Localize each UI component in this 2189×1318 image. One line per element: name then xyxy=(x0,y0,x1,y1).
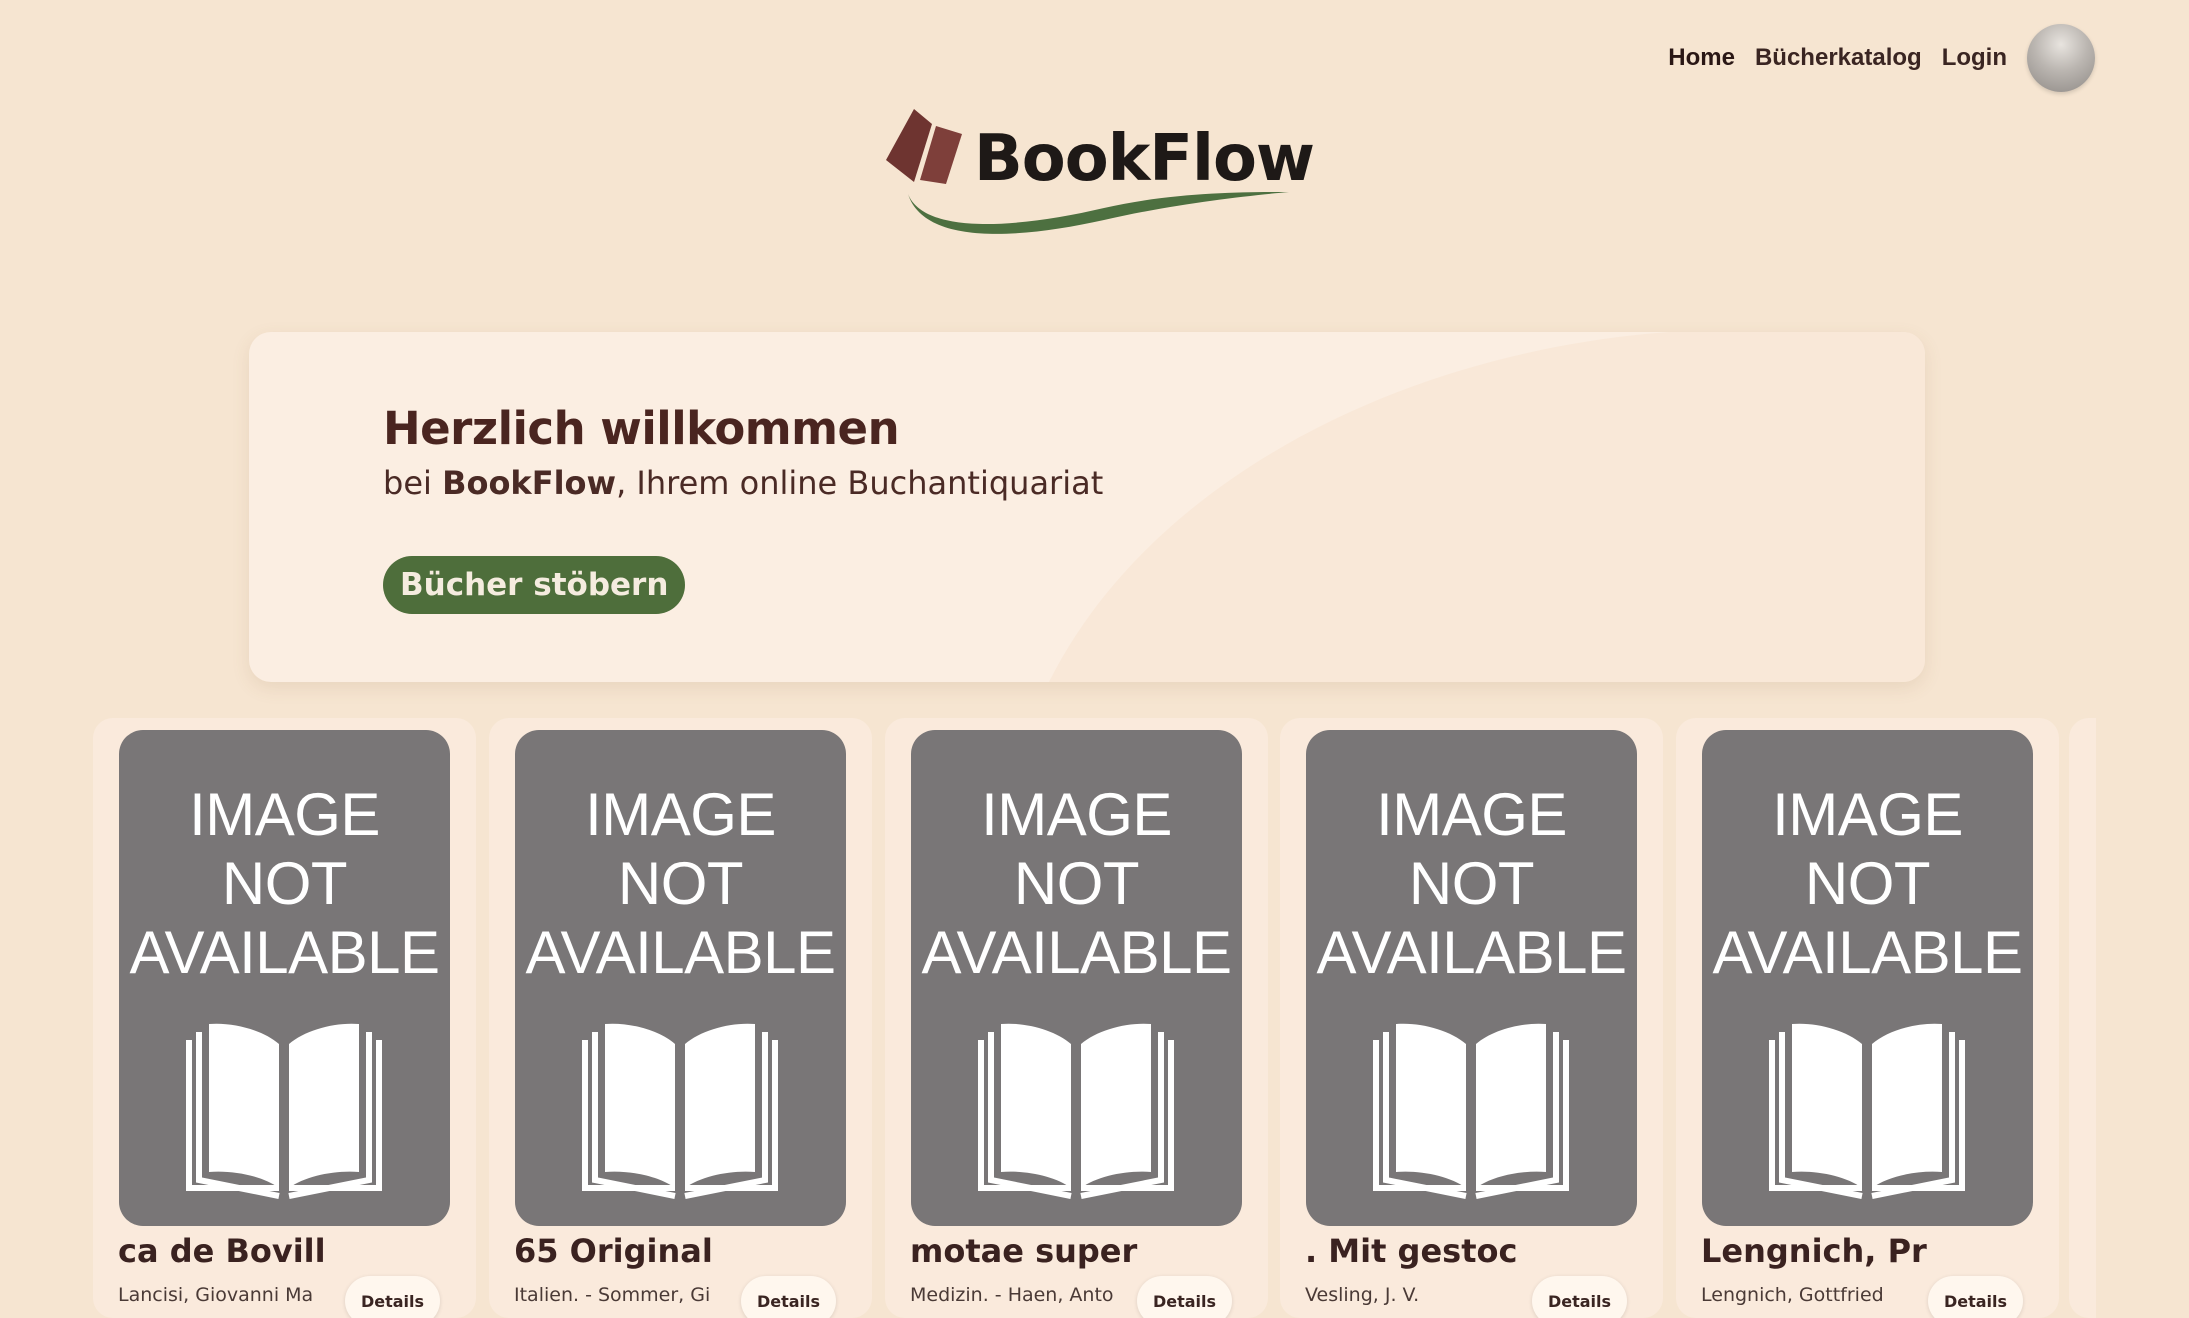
book-title: ca de Bovill xyxy=(118,1232,326,1270)
open-book-icon xyxy=(1373,1023,1569,1199)
hero-subtitle: bei BookFlow, Ihrem online Buchantiquari… xyxy=(383,464,1104,502)
logo-text: BookFlow xyxy=(974,122,1315,196)
book-author: Italien. - Sommer, Gi xyxy=(514,1284,711,1306)
hero-title: Herzlich willkommen xyxy=(383,402,900,455)
book-cover-placeholder: IMAGE NOT AVAILABLE xyxy=(1702,730,2033,1226)
book-card-partial[interactable] xyxy=(2069,718,2096,1318)
bookflow-logo[interactable]: BookFlow xyxy=(884,104,1315,244)
image-not-available-text: IMAGE NOT AVAILABLE xyxy=(1316,781,1627,986)
welcome-hero: Herzlich willkommen bei BookFlow, Ihrem … xyxy=(249,332,1925,682)
book-title: 65 Original xyxy=(514,1232,713,1270)
details-button[interactable]: Details xyxy=(1532,1276,1627,1318)
open-book-icon xyxy=(978,1023,1174,1199)
book-title: Lengnich, Pr xyxy=(1701,1232,1927,1270)
book-card[interactable]: IMAGE NOT AVAILABLE . Mit gestoc Vesling, … xyxy=(1280,718,1663,1318)
nav-login-link[interactable]: Login xyxy=(1942,44,2007,72)
book-card-list: IMAGE NOT AVAILABLE ca de Bovill Lancisi, … xyxy=(93,718,2096,1318)
book-cover-placeholder: IMAGE NOT AVAILABLE xyxy=(515,730,846,1226)
book-card[interactable]: IMAGE NOT AVAILABLE ca de Bovill Lancisi, … xyxy=(93,718,476,1318)
details-button[interactable]: Details xyxy=(1928,1276,2023,1318)
book-card[interactable]: IMAGE NOT AVAILABLE motae super Medizin. -… xyxy=(885,718,1268,1318)
details-button[interactable]: Details xyxy=(741,1276,836,1318)
book-author: Lancisi, Giovanni Ma xyxy=(118,1284,314,1306)
book-card[interactable]: IMAGE NOT AVAILABLE 65 Original Italien. -… xyxy=(489,718,872,1318)
book-title: . Mit gestoc xyxy=(1305,1232,1518,1270)
hero-decoration xyxy=(1049,332,1925,682)
book-card[interactable]: IMAGE NOT AVAILABLE Lengnich, Pr Lengnich,… xyxy=(1676,718,2059,1318)
image-not-available-text: IMAGE NOT AVAILABLE xyxy=(1712,781,2023,986)
book-cover-placeholder: IMAGE NOT AVAILABLE xyxy=(911,730,1242,1226)
image-not-available-text: IMAGE NOT AVAILABLE xyxy=(525,781,836,986)
open-book-icon xyxy=(186,1023,382,1199)
book-author: Lengnich, Gottfried xyxy=(1701,1284,1884,1306)
book-title: motae super xyxy=(910,1232,1138,1270)
book-cover-placeholder: IMAGE NOT AVAILABLE xyxy=(119,730,450,1226)
details-button[interactable]: Details xyxy=(345,1276,440,1318)
nav-home-link[interactable]: Home xyxy=(1668,44,1735,72)
open-book-icon xyxy=(1769,1023,1965,1199)
browse-books-button[interactable]: Bücher stöbern xyxy=(383,556,686,614)
hero-subtitle-brand: BookFlow xyxy=(442,464,617,502)
details-button[interactable]: Details xyxy=(1137,1276,1232,1318)
book-author: Vesling, J. V. xyxy=(1305,1284,1420,1306)
book-cover-placeholder: IMAGE NOT AVAILABLE xyxy=(1306,730,1637,1226)
book-author: Medizin. - Haen, Anto xyxy=(910,1284,1114,1306)
avatar[interactable] xyxy=(2027,24,2095,92)
top-nav: Home Bücherkatalog Login xyxy=(1648,24,2095,92)
open-book-icon xyxy=(582,1023,778,1199)
nav-catalog-link[interactable]: Bücherkatalog xyxy=(1755,44,1922,72)
image-not-available-text: IMAGE NOT AVAILABLE xyxy=(921,781,1232,986)
image-not-available-text: IMAGE NOT AVAILABLE xyxy=(129,781,440,986)
